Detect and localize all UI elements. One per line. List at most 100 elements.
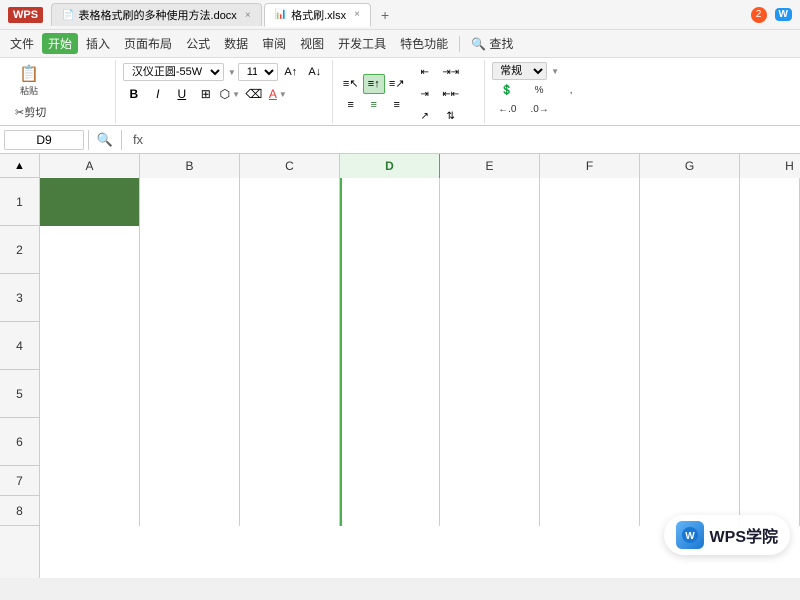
- cell-g6[interactable]: [640, 418, 740, 466]
- menu-insert[interactable]: 插入: [80, 33, 116, 54]
- cut-button[interactable]: ✂ 剪切: [10, 102, 51, 122]
- col-header-g[interactable]: G: [640, 154, 740, 178]
- row-num-1[interactable]: 1: [0, 178, 39, 226]
- row-num-8[interactable]: 8: [0, 496, 39, 526]
- border-button[interactable]: ⊞: [195, 84, 217, 104]
- cell-f8[interactable]: [540, 496, 640, 526]
- align-right-button[interactable]: ≡: [386, 95, 408, 115]
- text-dir-button[interactable]: ⇅: [440, 106, 462, 126]
- bold-button[interactable]: B: [123, 84, 145, 104]
- percent-button[interactable]: %: [524, 82, 554, 99]
- cell-d4[interactable]: [340, 322, 440, 370]
- cell-c1[interactable]: [240, 178, 340, 226]
- col-header-h[interactable]: H: [740, 154, 800, 178]
- cell-c5[interactable]: [240, 370, 340, 418]
- doc-tab-2[interactable]: 📊 格式刷.xlsx ×: [264, 3, 371, 27]
- col-header-a[interactable]: A: [40, 154, 140, 178]
- notification-badge[interactable]: 2: [751, 7, 767, 23]
- cell-h5[interactable]: [740, 370, 800, 418]
- cell-a5[interactable]: [40, 370, 140, 418]
- cell-h1[interactable]: [740, 178, 800, 226]
- cell-a3[interactable]: [40, 274, 140, 322]
- menu-developer[interactable]: 开发工具: [332, 33, 392, 54]
- row-num-3[interactable]: 3: [0, 274, 39, 322]
- menu-special[interactable]: 特色功能: [394, 33, 454, 54]
- fx-icon[interactable]: fx: [126, 128, 150, 152]
- cell-a7[interactable]: [40, 466, 140, 496]
- cell-b5[interactable]: [140, 370, 240, 418]
- menu-pagelayout[interactable]: 页面布局: [118, 33, 178, 54]
- wps-academy-panel[interactable]: W WPS学院: [664, 515, 790, 555]
- col-header-e[interactable]: E: [440, 154, 540, 178]
- cell-f4[interactable]: [540, 322, 640, 370]
- cell-c6[interactable]: [240, 418, 340, 466]
- cell-g4[interactable]: [640, 322, 740, 370]
- menu-formula[interactable]: 公式: [180, 33, 216, 54]
- cell-d7[interactable]: [340, 466, 440, 496]
- row-num-7[interactable]: 7: [0, 466, 39, 496]
- col-header-f[interactable]: F: [540, 154, 640, 178]
- cell-e7[interactable]: [440, 466, 540, 496]
- cell-d2[interactable]: [340, 226, 440, 274]
- doc-tab-1[interactable]: 📄 表格格式刷的多种使用方法.docx ×: [51, 3, 262, 26]
- indent-less-button[interactable]: ⇤⇤: [440, 84, 462, 104]
- cell-f1[interactable]: [540, 178, 640, 226]
- thousands-button[interactable]: ,: [556, 82, 586, 99]
- close-doc-tab2[interactable]: ×: [354, 9, 360, 20]
- cell-c2[interactable]: [240, 226, 340, 274]
- menu-file[interactable]: 文件: [4, 33, 40, 54]
- cell-b4[interactable]: [140, 322, 240, 370]
- align-top-right-button[interactable]: ≡↗: [386, 74, 408, 94]
- cell-d8[interactable]: [340, 496, 440, 526]
- cell-b7[interactable]: [140, 466, 240, 496]
- cell-d3[interactable]: [340, 274, 440, 322]
- cell-f2[interactable]: [540, 226, 640, 274]
- row-num-2[interactable]: 2: [0, 226, 39, 274]
- cell-g5[interactable]: [640, 370, 740, 418]
- cell-f5[interactable]: [540, 370, 640, 418]
- cell-c4[interactable]: [240, 322, 340, 370]
- menu-data[interactable]: 数据: [218, 33, 254, 54]
- cell-b2[interactable]: [140, 226, 240, 274]
- indent-decrease-button[interactable]: ⇤: [414, 62, 436, 82]
- align-top-left-button[interactable]: ≡↖: [340, 74, 362, 94]
- menu-start[interactable]: 开始: [42, 33, 78, 54]
- paste-button[interactable]: 📋 粘贴: [10, 62, 48, 100]
- indent-more-button[interactable]: ⇥⇥: [440, 62, 462, 82]
- font-name-selector[interactable]: 汉仪正圆-55W: [123, 63, 224, 81]
- zoom-icon[interactable]: 🔍: [93, 128, 117, 152]
- cell-f6[interactable]: [540, 418, 640, 466]
- italic-button[interactable]: I: [147, 84, 169, 104]
- align-left-button[interactable]: ≡: [340, 95, 362, 115]
- formula-input[interactable]: [154, 131, 796, 149]
- menu-view[interactable]: 视图: [294, 33, 330, 54]
- close-doc-tab1[interactable]: ×: [245, 10, 251, 21]
- currency-button[interactable]: 💲: [492, 82, 522, 99]
- col-header-d[interactable]: D: [340, 154, 440, 178]
- cell-d1[interactable]: [340, 178, 440, 226]
- cell-reference-box[interactable]: D9: [4, 130, 84, 150]
- cell-g3[interactable]: [640, 274, 740, 322]
- row-num-4[interactable]: 4: [0, 322, 39, 370]
- cell-c8[interactable]: [240, 496, 340, 526]
- cell-d5[interactable]: [340, 370, 440, 418]
- cell-h3[interactable]: [740, 274, 800, 322]
- menu-search[interactable]: 🔍 查找: [465, 33, 519, 54]
- indent-increase-button[interactable]: ⇥: [414, 84, 436, 104]
- number-format-selector[interactable]: 常规: [492, 62, 547, 80]
- col-header-b[interactable]: B: [140, 154, 240, 178]
- cell-b6[interactable]: [140, 418, 240, 466]
- cell-d6[interactable]: [340, 418, 440, 466]
- cell-b8[interactable]: [140, 496, 240, 526]
- cell-c7[interactable]: [240, 466, 340, 496]
- underline-button[interactable]: U: [171, 84, 193, 104]
- cell-c3[interactable]: [240, 274, 340, 322]
- cell-e6[interactable]: [440, 418, 540, 466]
- font-color-button[interactable]: A ▼: [267, 84, 289, 104]
- font-size-selector[interactable]: 11: [238, 63, 278, 81]
- decrease-decimal-button[interactable]: ←.0: [492, 101, 522, 118]
- cell-g7[interactable]: [640, 466, 740, 496]
- add-tab-button[interactable]: +: [373, 4, 397, 26]
- cell-e3[interactable]: [440, 274, 540, 322]
- cell-h7[interactable]: [740, 466, 800, 496]
